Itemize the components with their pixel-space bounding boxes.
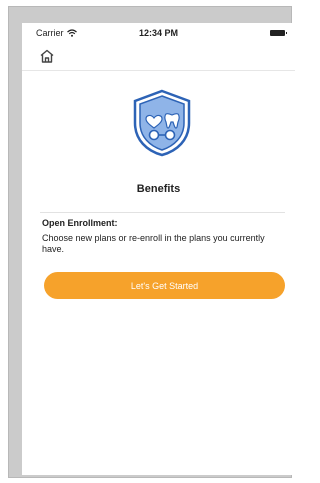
get-started-label: Let's Get Started: [130, 280, 199, 291]
home-icon: [40, 49, 54, 63]
home-button[interactable]: [39, 48, 55, 64]
status-time: 12:34 PM: [138, 28, 179, 38]
page-title: Benefits: [136, 183, 181, 195]
content-divider: [40, 212, 285, 213]
enrollment-description: Choose new plans or re-enroll in the pla…: [42, 233, 265, 254]
enrollment-heading: Open Enrollment:: [42, 218, 118, 228]
device-frame: Carrier 12:34 PM Benefits Open Enrollmen…: [8, 6, 295, 478]
status-bar: Carrier 12:34 PM: [22, 23, 295, 45]
phone-screen: Carrier 12:34 PM Benefits Open Enrollmen…: [22, 23, 295, 475]
battery-icon: [270, 30, 287, 36]
shield-benefits-icon: [133, 89, 191, 157]
get-started-button[interactable]: Let's Get Started: [44, 272, 285, 299]
header-divider: [22, 70, 295, 71]
